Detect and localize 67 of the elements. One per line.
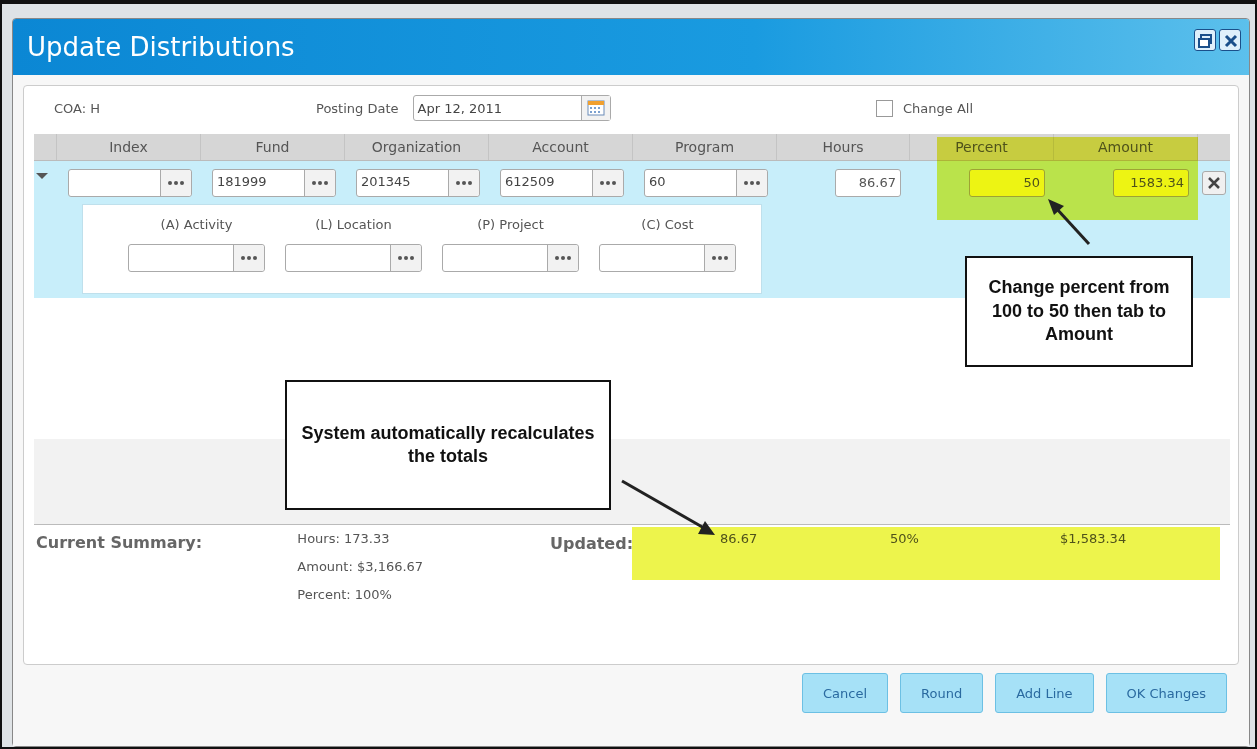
lookup-field[interactable] [128, 244, 265, 272]
lookup-field[interactable] [442, 244, 579, 272]
field-label: (C) Cost [641, 217, 694, 232]
ellipsis-icon [554, 255, 572, 261]
lookup-field[interactable]: 181999 [212, 169, 336, 197]
ellipsis-icon [311, 180, 329, 186]
window-title: Update Distributions [27, 32, 295, 62]
callout-box: Change percent from 100 to 50 then tab to Amount [965, 256, 1193, 367]
ellipsis-icon [711, 255, 729, 261]
action-button[interactable]: Cancel [801, 673, 888, 713]
ellipsis-icon [397, 255, 415, 261]
close-icon [1206, 176, 1221, 190]
field-label: (P) Project [477, 217, 544, 232]
summary-title: Current Summary: [35, 532, 204, 554]
updated-label: Updated: [550, 533, 635, 553]
column-header: Fund [200, 134, 344, 160]
action-button[interactable]: Add Line [995, 673, 1094, 713]
field-label: (A) Activity [160, 217, 233, 232]
column-header: Index [56, 134, 200, 160]
ellipsis-icon [240, 255, 258, 261]
ellipsis-button[interactable] [390, 245, 421, 271]
ellipsis-icon [167, 180, 185, 186]
change-all-checkbox[interactable] [876, 99, 893, 117]
column-header: Program [632, 134, 776, 160]
coa-label: COA: H [54, 100, 102, 116]
calendar-icon [586, 99, 605, 117]
summary-value: Percent: 100% [297, 587, 393, 602]
ellipsis-button[interactable] [704, 245, 735, 271]
close-icon [1222, 32, 1238, 48]
updated-value: 86.67 [720, 531, 759, 546]
posting-date-field[interactable]: Apr 12, 2011 [412, 95, 611, 121]
callout-box: System automatically recalculates the totals [285, 380, 611, 510]
action-button[interactable]: Round [900, 673, 984, 713]
updated-value: 50% [890, 531, 920, 546]
summary-value: Hours: 173.33 [297, 531, 391, 546]
ellipsis-button[interactable] [448, 170, 479, 196]
ellipsis-icon [743, 180, 761, 186]
column-header: Account [488, 134, 632, 160]
posting-date-label: Posting Date [316, 100, 399, 116]
restore-button[interactable] [1194, 29, 1216, 51]
lookup-field[interactable]: 201345 [356, 169, 480, 197]
ellipsis-button[interactable] [736, 170, 767, 196]
calendar-button[interactable] [580, 96, 610, 120]
close-button[interactable] [1219, 29, 1241, 51]
column-header: Hours [776, 134, 909, 160]
action-button[interactable]: OK Changes [1105, 673, 1227, 713]
arrow [1048, 199, 1091, 245]
updated-value: $1,583.34 [1060, 531, 1128, 546]
ellipsis-icon [599, 180, 617, 186]
ellipsis-icon [455, 180, 473, 186]
lookup-field[interactable] [599, 244, 736, 272]
delete-row-button[interactable] [1201, 171, 1226, 195]
change-all-label: Change All [903, 100, 974, 116]
lookup-field[interactable] [68, 169, 192, 197]
lookup-field[interactable] [285, 244, 422, 272]
lookup-field[interactable]: 60 [644, 169, 768, 197]
ellipsis-button[interactable] [304, 170, 335, 196]
restore-icon [1197, 32, 1213, 48]
ellipsis-button[interactable] [592, 170, 623, 196]
ellipsis-button[interactable] [233, 245, 264, 271]
field-label: (L) Location [315, 217, 392, 232]
number-field[interactable]: 86.67 [835, 169, 901, 197]
column-header: Organization [344, 134, 488, 160]
ellipsis-button[interactable] [547, 245, 578, 271]
ellipsis-button[interactable] [160, 170, 191, 196]
lookup-field[interactable]: 612509 [500, 169, 624, 197]
summary-value: Amount: $3,166.67 [297, 559, 425, 574]
